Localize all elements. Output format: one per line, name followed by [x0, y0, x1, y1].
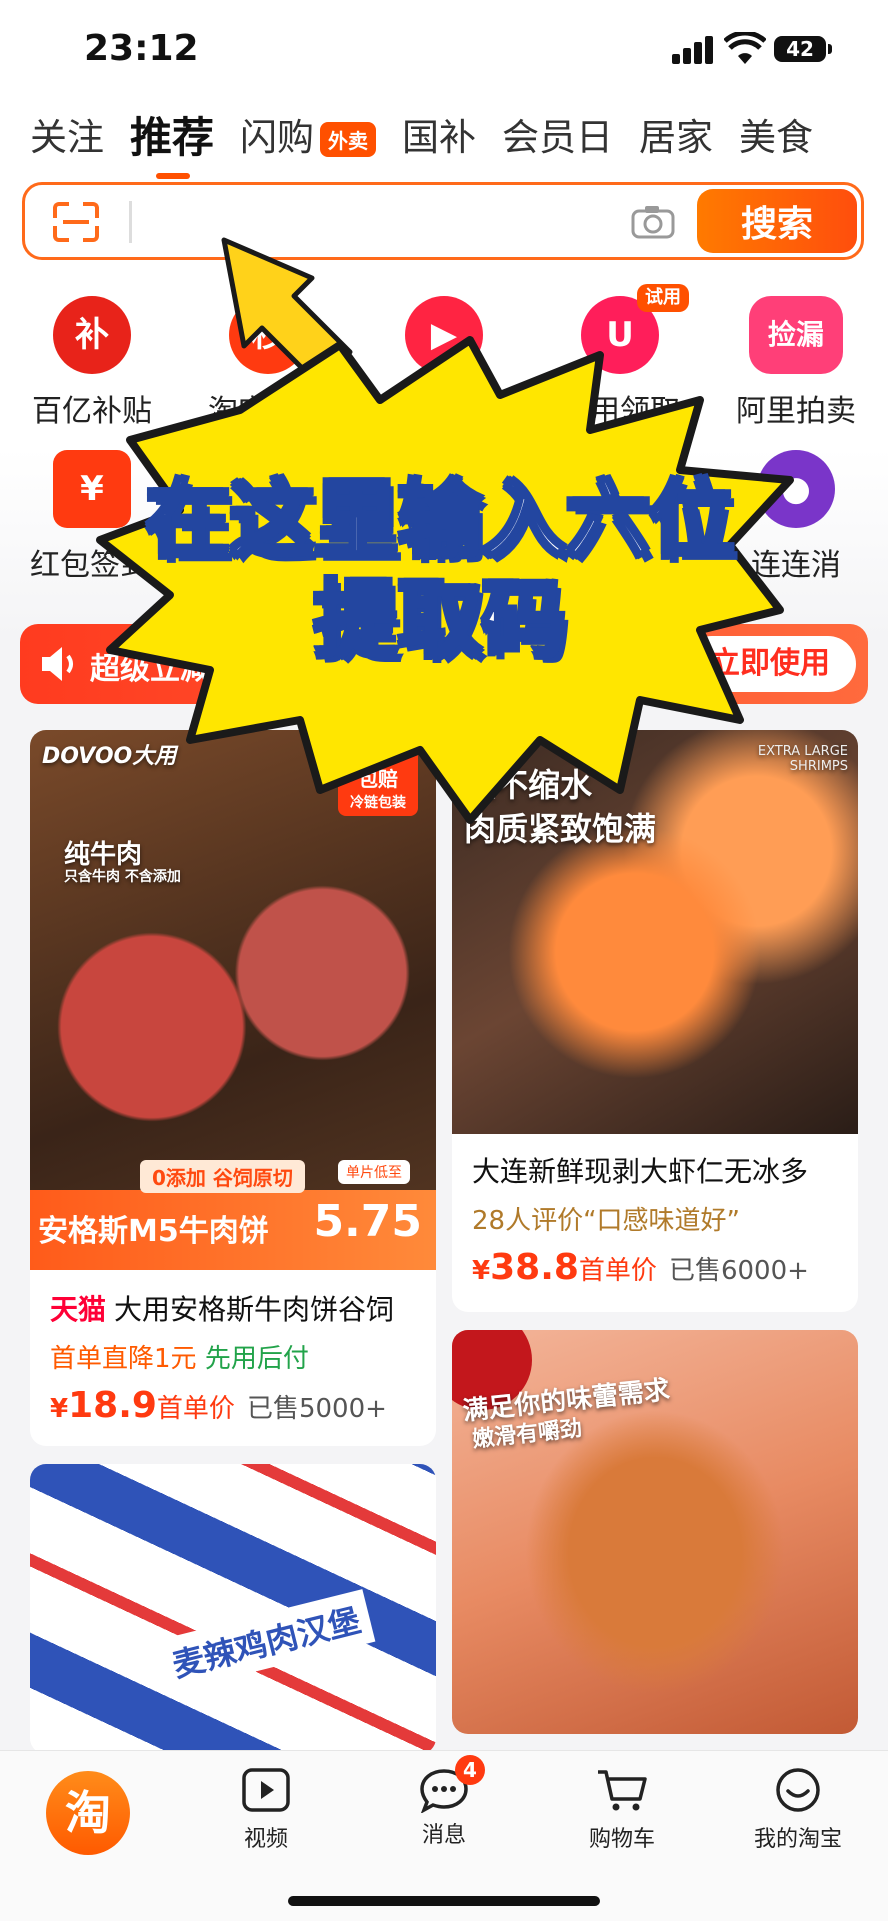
home-indicator: [288, 1896, 600, 1906]
annotation-line-2: 提取码: [312, 569, 568, 671]
brand-logo: DOVOO大用: [42, 744, 177, 769]
trial-icon: U 试用: [581, 284, 689, 374]
tab-follow[interactable]: 关注: [30, 107, 104, 161]
message-count-badge: 4: [455, 1755, 485, 1785]
product-card-burger[interactable]: 麦辣鸡肉汉堡: [30, 1464, 436, 1754]
nav-messages[interactable]: 4 消息: [374, 1755, 514, 1849]
price-tag: 首单价: [156, 1394, 235, 1424]
tab-flash[interactable]: 闪购 外卖: [240, 107, 377, 161]
image-price: 5.75: [313, 1196, 422, 1247]
shortcut-subsidy[interactable]: 补 百亿补贴: [4, 296, 180, 430]
annotation-line-1: 在这里输入六位: [144, 469, 736, 571]
product-title: 天猫 大用安格斯牛肉饼谷饲: [50, 1288, 416, 1328]
product-title-text: 大用安格斯牛肉饼谷饲: [114, 1293, 395, 1326]
camera-icon[interactable]: [631, 205, 675, 239]
search-input[interactable]: [129, 201, 132, 243]
trial-badge: 试用: [637, 284, 689, 312]
review-line: 28人评价“口感味道好”: [472, 1206, 741, 1236]
flash-sale-icon: 秒: [229, 296, 307, 374]
image-tag-sub: 只含牛肉 不含添加: [64, 869, 181, 885]
product-card-beef[interactable]: DOVOO大用 纯牛肉 只含牛肉 不含添加 坏单 包赔 冷链包装 0添加 谷饲原…: [30, 730, 436, 1446]
wifi-icon: [724, 32, 766, 64]
nav-label: 我的淘宝: [753, 1827, 842, 1852]
tab-flash-label: 闪购: [240, 116, 315, 159]
product-card-shrimp[interactable]: 煮不缩水 肉质紧致饱满 EXTRA LARGE SHRIMPS 大连新鲜现剥大虾…: [452, 730, 858, 1312]
subsidy-icon: 补: [53, 296, 131, 374]
nav-video[interactable]: 视频: [196, 1767, 336, 1853]
price: 38.8: [490, 1247, 579, 1288]
shortcut-live[interactable]: ▶ 淘宝直播: [356, 296, 532, 430]
compensation-badge-1: 坏单: [358, 738, 398, 762]
image-line-1: 煮不缩水: [464, 766, 593, 804]
battery-icon: 42: [774, 36, 832, 62]
taobao-logo[interactable]: 淘: [46, 1771, 130, 1855]
video-icon: [242, 1768, 290, 1812]
promo-pay-later: 先用后付: [204, 1344, 309, 1374]
shortcut-label: 试用领取: [560, 394, 680, 429]
price-tag: 首单价: [578, 1256, 657, 1286]
image-corner: EXTRA LARGE SHRIMPS: [757, 744, 848, 774]
price: 18.9: [68, 1385, 157, 1426]
annotation-text: 在这里输入六位 提取码: [80, 469, 800, 671]
tab-home[interactable]: 居家: [639, 107, 713, 161]
channel-tabs: 关注 推荐 闪购 外卖 国补 会员日 居家 美食: [30, 104, 839, 179]
promo-discount: 首单直降1元: [50, 1344, 197, 1374]
nav-label: 视频: [243, 1827, 288, 1852]
shortcut-flash-sale[interactable]: 秒 淘宝秒杀: [180, 296, 356, 430]
compensation-badge-2: 包赔: [358, 767, 398, 791]
nav-label: 消息: [421, 1823, 466, 1848]
product-image: [30, 1464, 436, 1754]
shortcut-auction[interactable]: 捡漏 阿里拍卖: [708, 296, 884, 430]
tmall-tag: 天猫: [50, 1293, 107, 1326]
cart-icon: [598, 1770, 647, 1811]
product-card-wing[interactable]: 满足你的味蕾需求 嫩滑有嚼劲: [452, 1330, 858, 1734]
search-bar[interactable]: 搜索: [22, 182, 864, 260]
promo-line: 首单直降1元 先用后付: [50, 1338, 416, 1375]
status-time: 23:12: [84, 28, 199, 69]
nav-my-taobao[interactable]: 我的淘宝: [728, 1767, 868, 1853]
image-line-2: 肉质紧致饱满: [464, 810, 657, 848]
currency: ¥: [472, 1256, 491, 1286]
image-footer: 0添加 谷饲原切 安格斯M5牛肉饼 单片低至 5.75: [30, 1160, 436, 1270]
sold-count: 已售6000+: [668, 1256, 809, 1286]
compensation-badge: 坏单 包赔 冷链包装: [338, 730, 418, 816]
profile-icon: [776, 1768, 820, 1812]
trial-glyph: U: [606, 315, 634, 355]
shortcut-label: 阿里拍卖: [736, 394, 856, 429]
tab-recommend[interactable]: 推荐: [130, 104, 214, 179]
takeout-badge: 外卖: [320, 122, 377, 157]
tab-member-day[interactable]: 会员日: [502, 107, 613, 161]
nav-label: 购物车: [588, 1827, 655, 1852]
signal-icon: [672, 36, 716, 64]
live-play-icon: ▶: [405, 296, 483, 374]
image-price-label: 单片低至: [338, 1160, 410, 1184]
image-title: 安格斯M5牛肉饼: [38, 1214, 269, 1249]
image-sub: 0添加 谷饲原切: [140, 1160, 305, 1193]
currency: ¥: [50, 1394, 69, 1424]
speaker-icon: [42, 647, 73, 681]
auction-icon: 捡漏: [749, 296, 843, 374]
status-bar: 23:12 42: [0, 0, 888, 100]
tab-subsidy[interactable]: 国补: [402, 107, 476, 161]
cold-chain-text: 冷链包装: [350, 795, 406, 811]
search-button[interactable]: 搜索: [697, 189, 857, 253]
tab-food[interactable]: 美食: [739, 107, 813, 161]
product-title: 大连新鲜现剥大虾仁无冰多: [472, 1155, 809, 1188]
nav-cart[interactable]: 购物车: [552, 1767, 692, 1853]
sold-count: 已售5000+: [246, 1394, 387, 1424]
price-line: ¥38.8首单价 已售6000+: [472, 1247, 838, 1288]
shortcut-label: 淘宝秒杀: [208, 394, 328, 429]
scan-icon[interactable]: [53, 202, 99, 242]
shortcut-label: 淘宝直播: [384, 394, 504, 429]
price-line: ¥18.9首单价 已售5000+: [50, 1385, 416, 1426]
shortcut-label: 百亿补贴: [32, 394, 152, 429]
shortcut-trial[interactable]: U 试用 试用领取: [532, 284, 708, 430]
